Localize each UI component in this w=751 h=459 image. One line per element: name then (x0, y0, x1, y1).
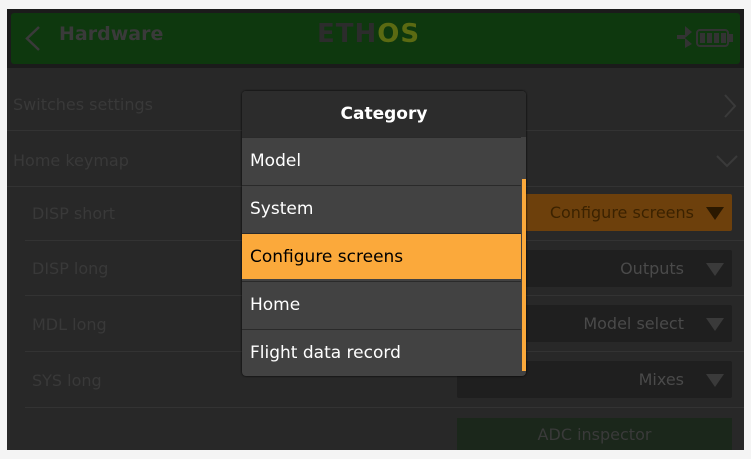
keymap-value: Model select (583, 314, 684, 333)
option-flight-data-record[interactable]: Flight data record (242, 329, 521, 375)
chevron-right-icon[interactable] (723, 93, 737, 119)
keymap-label: MDL long (32, 315, 107, 334)
adc-inspector-button[interactable]: ADC inspector (457, 418, 732, 450)
ethos-logo: ETHOS (317, 19, 420, 49)
bluetooth-icon (677, 26, 692, 48)
dropdown-triangle-icon (706, 374, 724, 387)
option-home[interactable]: Home (242, 281, 521, 327)
scrollbar[interactable] (522, 179, 526, 371)
row-home-keymap[interactable]: Home keymap (13, 151, 129, 170)
option-model[interactable]: Model (242, 137, 521, 183)
keymap-label: DISP long (32, 259, 109, 278)
back-icon[interactable] (21, 25, 48, 52)
divider (25, 407, 744, 408)
keymap-label: DISP short (32, 204, 116, 223)
header-bar: Hardware ETHOS (7, 9, 744, 68)
keymap-value: Mixes (638, 370, 684, 389)
dropdown-triangle-icon (706, 318, 724, 331)
option-system[interactable]: System (242, 185, 521, 231)
logo-accent: OS (377, 19, 421, 49)
adc-inspector-label: ADC inspector (537, 425, 652, 444)
dropdown-triangle-icon (706, 207, 724, 220)
page-title: Hardware (59, 23, 164, 45)
dialog-title: Category (242, 91, 526, 137)
keymap-value: Outputs (620, 259, 684, 278)
row-switches-settings[interactable]: Switches settings (13, 95, 153, 114)
keymap-value: Configure screens (549, 203, 694, 222)
chevron-down-icon[interactable] (715, 154, 739, 168)
transmitter-screen: Hardware ETHOS Switches settings Home ke… (7, 9, 744, 450)
keymap-label: SYS long (32, 371, 102, 390)
dropdown-triangle-icon (706, 263, 724, 276)
category-dialog: Category Model System Configure screens … (242, 91, 526, 376)
logo-main: ETH (317, 19, 378, 49)
option-configure-screens[interactable]: Configure screens (242, 233, 521, 279)
battery-icon (696, 29, 733, 47)
